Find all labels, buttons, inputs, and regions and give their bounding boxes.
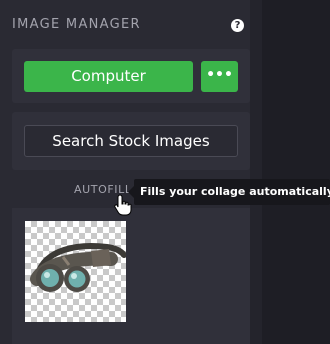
more-upload-options-button[interactable]: ••• bbox=[201, 61, 238, 92]
hand-cursor-icon bbox=[114, 194, 132, 216]
search-stock-images-button[interactable]: Search Stock Images bbox=[24, 125, 238, 157]
goggles-image bbox=[30, 243, 126, 292]
canvas-area bbox=[262, 0, 330, 344]
upload-from-computer-button[interactable]: Computer bbox=[24, 61, 193, 92]
help-icon[interactable]: ? bbox=[231, 19, 244, 32]
autofill-tooltip: Fills your collage automatically bbox=[134, 179, 330, 205]
image-thumbnail[interactable] bbox=[25, 221, 126, 322]
panel-title: IMAGE MANAGER bbox=[12, 17, 141, 32]
panel-divider bbox=[250, 0, 262, 344]
